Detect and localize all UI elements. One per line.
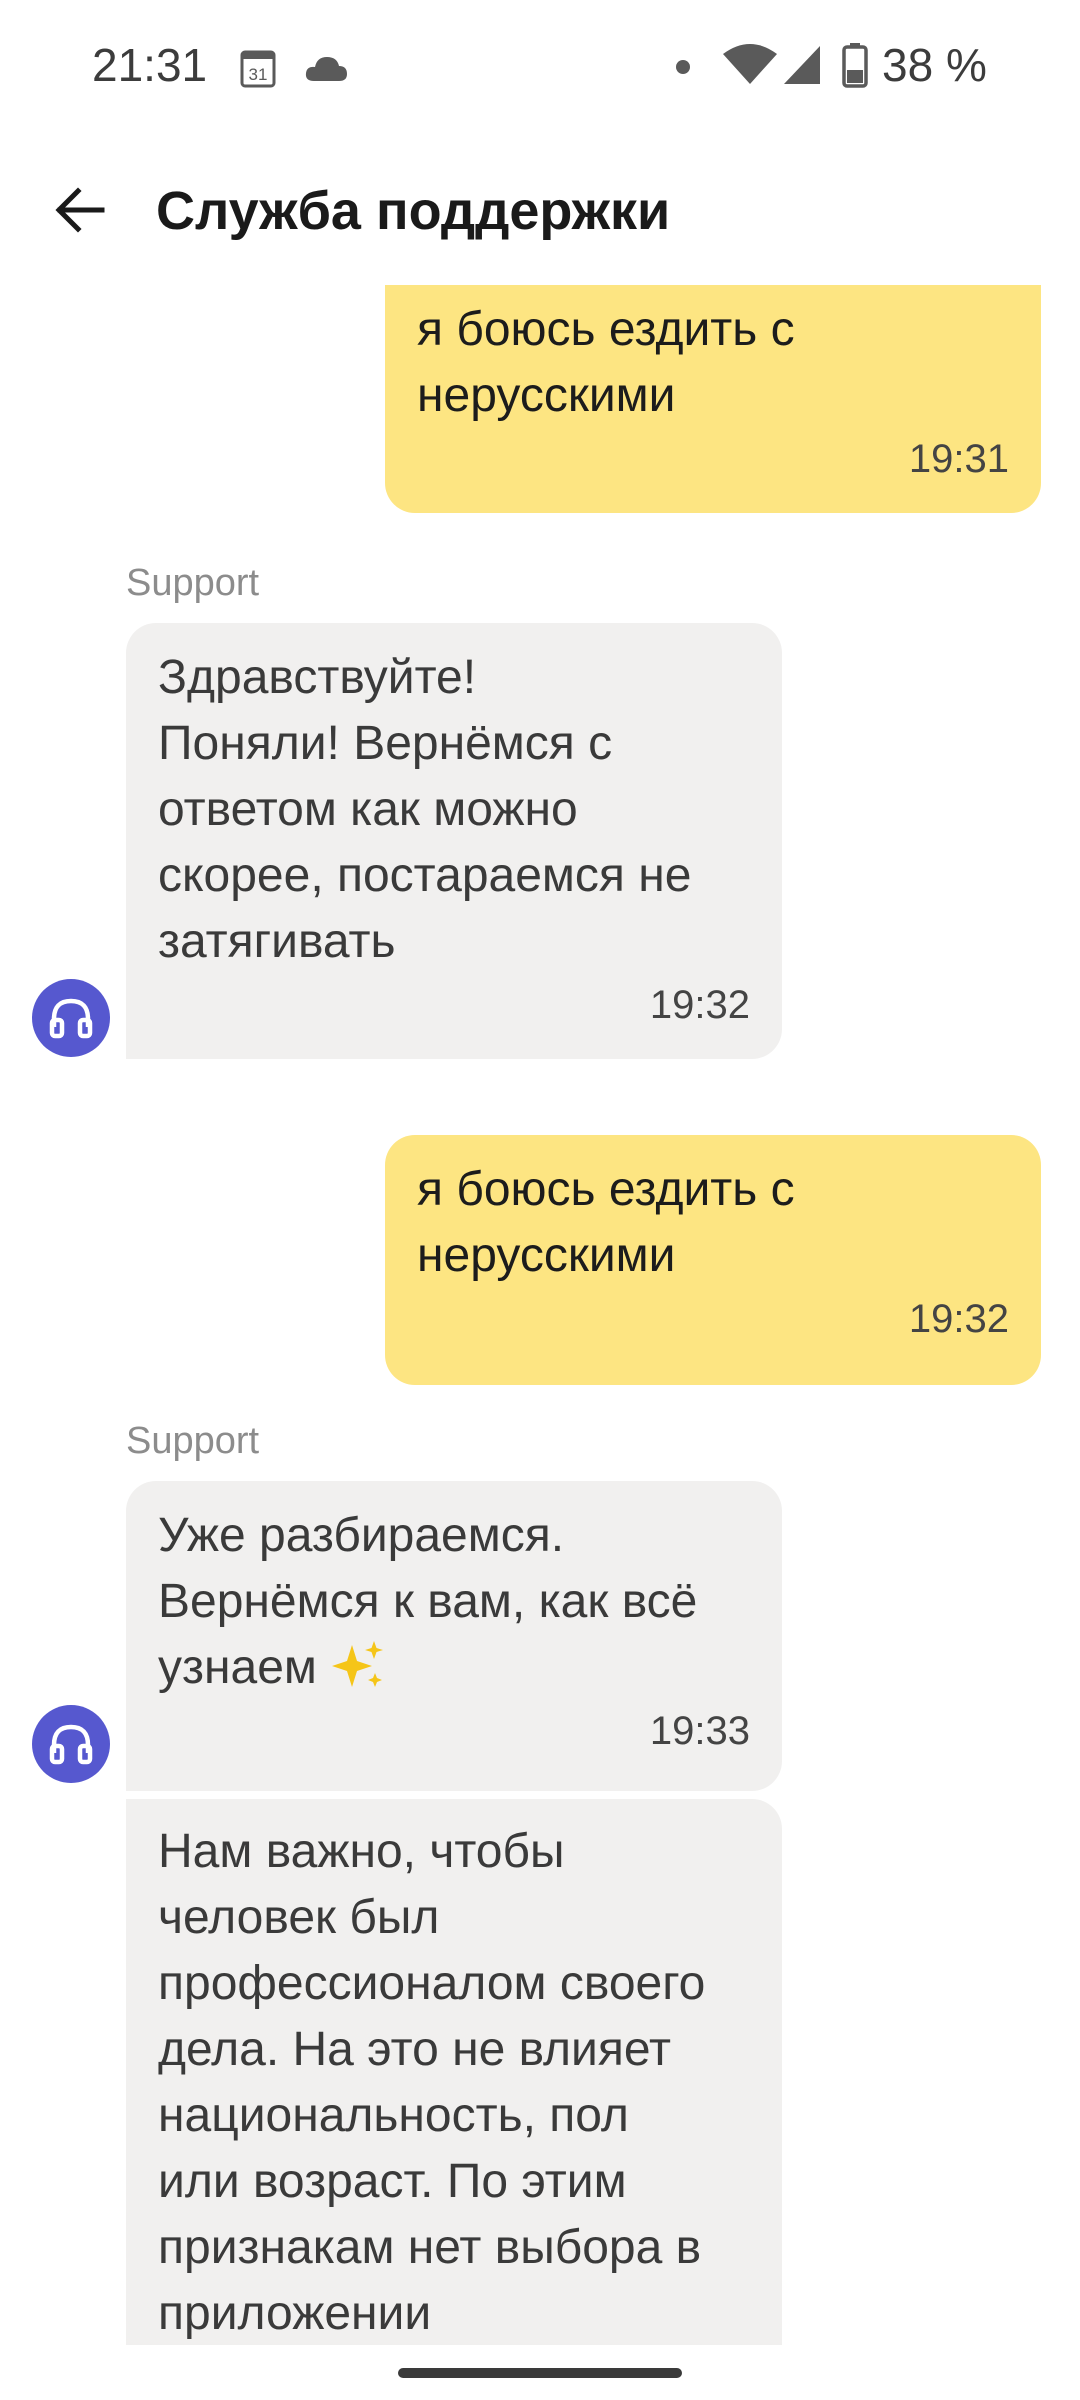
incoming-message[interactable]: Нам важно, чтобы человек был профессиона… [126,1799,782,2345]
message-text: Здравствуйте! Поняли! Вернёмся с ответом… [158,651,692,968]
message-time: 19:32 [908,1297,1009,1341]
support-avatar[interactable] [32,979,110,1057]
message-time: 19:33 [649,1709,750,1753]
message-time: 19:31 [908,437,1009,481]
app-header: Служба поддержки [0,140,1080,280]
screen: 21:31 31 38 % Служба поддержки я боюсь е… [0,0,1080,2400]
notification-dot-icon [676,60,690,74]
outgoing-message[interactable]: я боюсь ездить с нерусскими 19:32 [385,1135,1041,1385]
wifi-icon [723,44,777,84]
support-avatar[interactable] [32,1705,110,1783]
incoming-message[interactable]: Здравствуйте! Поняли! Вернёмся с ответом… [126,623,782,1059]
message-text: Нам важно, чтобы человек был профессиона… [158,1825,706,2340]
signal-icon [784,46,820,84]
message-text-content: Уже разбираемся. Вернёмся к вам, как всё… [158,1509,698,1694]
incoming-message[interactable]: Уже разбираемся. Вернёмся к вам, как всё… [126,1481,782,1791]
outgoing-message[interactable]: я боюсь ездить с нерусскими 19:31 [385,285,1041,513]
sparkles-icon [332,1641,384,1687]
gesture-nav-bar[interactable] [398,2368,682,2378]
message-text: я боюсь ездить с нерусскими [417,1163,795,1282]
message-text: Уже разбираемся. Вернёмся к вам, как всё… [158,1503,750,1701]
chat-messages[interactable]: я боюсь ездить с нерусскими 19:31 Suppor… [0,285,1080,2345]
sender-label: Support [126,1420,260,1462]
message-time: 19:32 [649,983,750,1027]
headphones-icon [49,998,93,1039]
status-bar: 21:31 31 38 % [0,0,1080,130]
calendar-day: 31 [249,65,268,84]
battery-percent: 38 % [882,39,987,91]
battery-icon [842,43,868,88]
status-time: 21:31 [92,39,208,91]
message-text: я боюсь ездить с нерусскими [417,303,795,422]
arrow-left-icon[interactable] [50,180,110,240]
calendar-icon: 31 [240,50,276,88]
headphones-icon [49,1724,93,1765]
cloud-icon [305,57,347,81]
page-title: Служба поддержки [156,181,671,241]
sender-label: Support [126,562,260,604]
